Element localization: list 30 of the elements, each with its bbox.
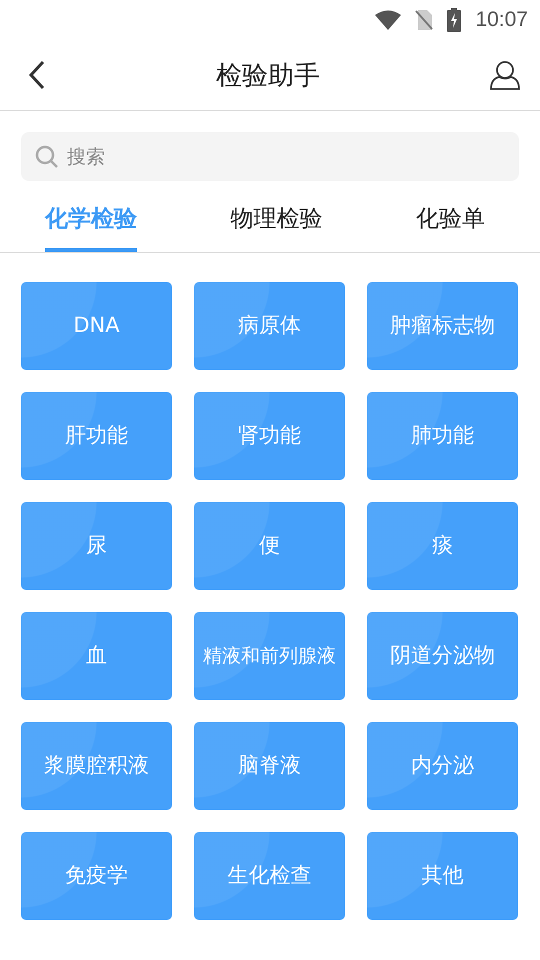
category-tile[interactable]: 脑脊液 bbox=[194, 722, 345, 810]
no-sim-icon bbox=[415, 9, 434, 31]
tab[interactable]: 物理检验 bbox=[230, 191, 322, 252]
category-tile[interactable]: 肝功能 bbox=[21, 392, 172, 480]
category-tile[interactable]: 便 bbox=[194, 502, 345, 590]
user-icon[interactable] bbox=[490, 60, 520, 90]
category-tile[interactable]: 内分泌 bbox=[367, 722, 518, 810]
category-tile[interactable]: 肾功能 bbox=[194, 392, 345, 480]
tab[interactable]: 化学检验 bbox=[45, 191, 137, 252]
search-field[interactable]: 搜索 bbox=[21, 132, 519, 181]
category-tile[interactable]: DNA bbox=[21, 282, 172, 370]
category-tile[interactable]: 精液和前列腺液 bbox=[194, 612, 345, 700]
category-tile[interactable]: 浆膜腔积液 bbox=[21, 722, 172, 810]
category-tile[interactable]: 生化检查 bbox=[194, 832, 345, 920]
category-tile[interactable]: 其他 bbox=[367, 832, 518, 920]
category-tile[interactable]: 肿瘤标志物 bbox=[367, 282, 518, 370]
search-icon bbox=[35, 145, 59, 169]
category-tile[interactable]: 血 bbox=[21, 612, 172, 700]
category-tile[interactable]: 痰 bbox=[367, 502, 518, 590]
battery-charging-icon bbox=[447, 8, 462, 32]
page-title: 检验助手 bbox=[216, 60, 320, 92]
category-tile[interactable]: 病原体 bbox=[194, 282, 345, 370]
category-tile[interactable]: 尿 bbox=[21, 502, 172, 590]
tab[interactable]: 化验单 bbox=[416, 191, 485, 252]
category-tile[interactable]: 免疫学 bbox=[21, 832, 172, 920]
wifi-icon bbox=[375, 10, 402, 30]
back-icon[interactable] bbox=[28, 60, 46, 90]
category-tile[interactable]: 阴道分泌物 bbox=[367, 612, 518, 700]
status-time: 10:07 bbox=[475, 8, 528, 32]
category-tile[interactable]: 肺功能 bbox=[367, 392, 518, 480]
